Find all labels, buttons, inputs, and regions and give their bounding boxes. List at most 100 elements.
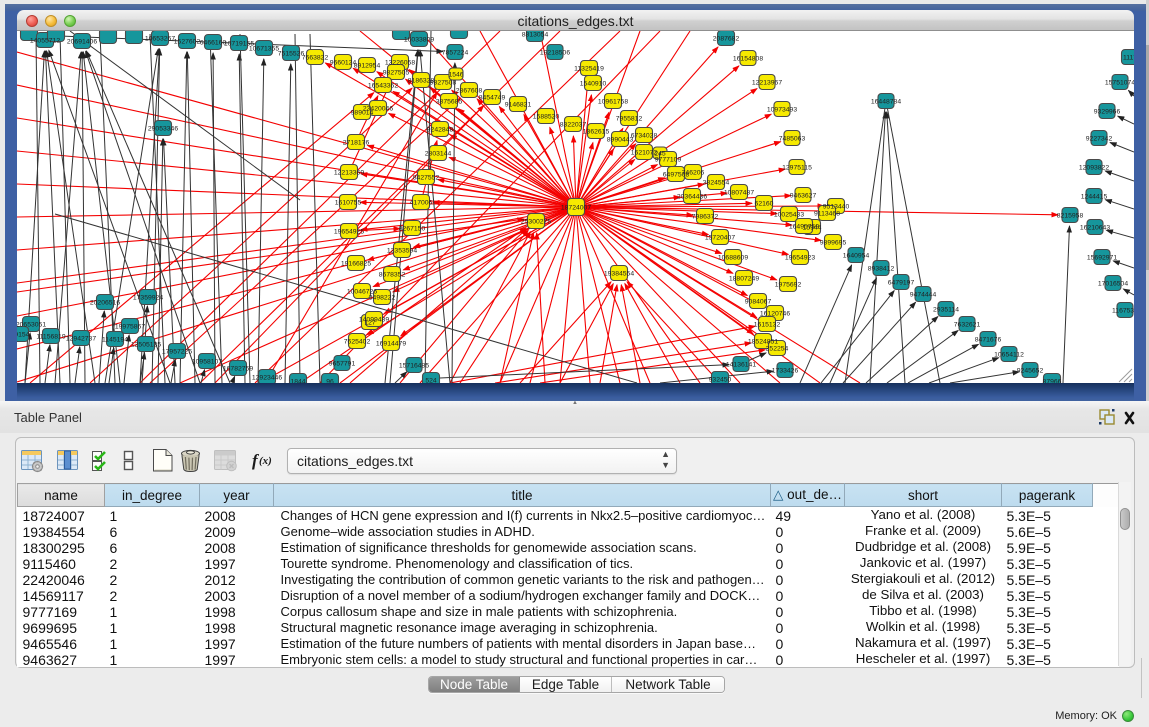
svg-text:12093822: 12093822	[1079, 165, 1109, 172]
svg-text:10025433: 10025433	[774, 212, 804, 219]
svg-text:18524851: 18524851	[748, 339, 778, 346]
svg-text:17957225: 17957225	[162, 349, 192, 356]
svg-text:9660124: 9660124	[330, 60, 357, 67]
svg-text:14136141: 14136141	[726, 362, 756, 369]
svg-text:19975867: 19975867	[115, 324, 145, 331]
svg-text:9899695: 9899695	[820, 240, 847, 247]
svg-text:39154: 39154	[17, 332, 30, 339]
svg-text:1540910: 1540910	[580, 81, 607, 88]
svg-text:1527602: 1527602	[174, 39, 201, 46]
svg-text:10807487: 10807487	[724, 190, 754, 197]
svg-text:9463627: 9463627	[790, 193, 817, 200]
svg-text:9474444: 9474444	[910, 292, 937, 299]
svg-text:7857224: 7857224	[442, 50, 469, 57]
svg-text:8454749: 8454749	[479, 95, 506, 102]
svg-text:746206: 746206	[682, 170, 705, 177]
svg-text:9146821: 9146821	[505, 102, 532, 109]
svg-text:9242848: 9242848	[427, 127, 454, 134]
svg-text:9777109: 9777109	[655, 157, 682, 164]
svg-text:12353594: 12353594	[387, 248, 417, 255]
svg-text:8267150: 8267150	[399, 226, 426, 233]
svg-text:252254: 252254	[766, 346, 789, 353]
svg-text:12975115: 12975115	[782, 165, 812, 172]
svg-text:1117: 1117	[1123, 55, 1134, 62]
svg-text:7663822: 7663822	[302, 55, 329, 62]
svg-text:2087682: 2087682	[713, 36, 740, 43]
svg-text:932450: 932450	[709, 377, 732, 384]
svg-text:6466160: 6466160	[200, 40, 227, 47]
svg-text:9329966: 9329966	[1094, 109, 1121, 116]
svg-text:10961758: 10961758	[598, 99, 628, 106]
svg-text:25300275: 25300275	[521, 219, 551, 226]
svg-text:15716485: 15716485	[399, 363, 429, 370]
svg-text:18724007: 18724007	[561, 205, 591, 212]
svg-text:16914479: 16914479	[376, 341, 406, 348]
svg-text:3498222: 3498222	[369, 295, 396, 302]
svg-text:12942737: 12942737	[66, 336, 96, 343]
svg-text:1615132: 1615132	[754, 322, 781, 329]
svg-text:16495759: 16495759	[789, 224, 819, 231]
svg-text:19654925: 19654925	[334, 229, 364, 236]
svg-text:10653267: 10653267	[145, 36, 175, 43]
svg-text:1244415: 1244415	[1081, 194, 1108, 201]
svg-text:16033809: 16033809	[404, 37, 434, 44]
svg-text:9227342: 9227342	[1086, 136, 1113, 143]
svg-text:12213369: 12213369	[334, 170, 364, 177]
svg-text:8938412: 8938412	[868, 266, 895, 273]
svg-text:7485063: 7485063	[779, 136, 806, 143]
svg-text:8678352: 8678352	[379, 272, 406, 279]
svg-text:10671355: 10671355	[249, 46, 279, 53]
svg-text:13226058: 13226058	[385, 60, 415, 67]
svg-text:6734028: 6734028	[631, 133, 658, 140]
svg-text:18807249: 18807249	[729, 276, 759, 283]
svg-text:62160: 62160	[755, 201, 774, 208]
svg-text:9827508: 9827508	[430, 80, 457, 87]
svg-text:1362615: 1362615	[583, 129, 610, 136]
svg-text:96: 96	[326, 379, 334, 384]
svg-text:14055712: 14055712	[30, 38, 60, 45]
svg-text:1167533: 1167533	[1112, 308, 1134, 315]
svg-text:7515526: 7515526	[278, 51, 305, 58]
svg-text:8813054: 8813054	[522, 32, 549, 39]
svg-text:2867608: 2867608	[456, 88, 483, 95]
svg-text:20691406: 20691406	[67, 39, 97, 46]
svg-text:8471676: 8471676	[975, 337, 1002, 344]
svg-text:16543362: 16543362	[368, 83, 398, 90]
svg-text:1588520: 1588520	[533, 114, 560, 121]
svg-text:1610755: 1610755	[335, 200, 362, 207]
svg-text:8912954: 8912954	[354, 63, 381, 70]
svg-text:6479197: 6479197	[888, 280, 915, 287]
svg-text:87966: 87966	[1043, 379, 1062, 384]
svg-text:19384554: 19384554	[604, 271, 634, 278]
svg-text:989014: 989014	[351, 110, 374, 117]
svg-text:14099489: 14099489	[359, 317, 389, 324]
svg-text:8322037: 8322037	[560, 122, 587, 129]
svg-text:1844: 1844	[290, 379, 305, 384]
svg-text:7986372: 7986372	[692, 214, 719, 221]
svg-text:19166825: 19166825	[341, 261, 371, 268]
svg-text:20206516: 20206516	[90, 300, 120, 307]
svg-text:7632621: 7632621	[954, 322, 981, 329]
svg-text:9827505: 9827505	[383, 70, 410, 77]
svg-text:19654923: 19654923	[785, 255, 815, 262]
svg-text:2935114: 2935114	[933, 307, 959, 314]
svg-text:9113468: 9113468	[814, 211, 840, 218]
svg-text:12505135: 12505135	[131, 342, 161, 349]
svg-text:8427552: 8427552	[413, 175, 440, 182]
svg-text:7625402: 7625402	[344, 339, 371, 346]
svg-text:9245652: 9245652	[1017, 368, 1044, 375]
svg-text:1546: 1546	[448, 72, 463, 79]
svg-text:417006: 417006	[410, 200, 433, 207]
svg-text:1640954: 1640954	[843, 253, 870, 260]
svg-text:3824554: 3824554	[703, 180, 730, 187]
svg-text:15720407: 15720407	[705, 235, 735, 242]
svg-text:8990443: 8990443	[607, 137, 634, 144]
svg-text:10688609: 10688609	[718, 255, 748, 262]
svg-text:12213967: 12213967	[752, 80, 782, 87]
svg-text:9513440: 9513440	[823, 204, 850, 211]
svg-text:20364436: 20364436	[677, 194, 707, 201]
svg-text:12923446: 12923446	[252, 375, 282, 382]
svg-text:2718176: 2718176	[343, 140, 370, 147]
svg-text:29053346: 29053346	[148, 126, 178, 133]
svg-text:524: 524	[425, 378, 437, 384]
